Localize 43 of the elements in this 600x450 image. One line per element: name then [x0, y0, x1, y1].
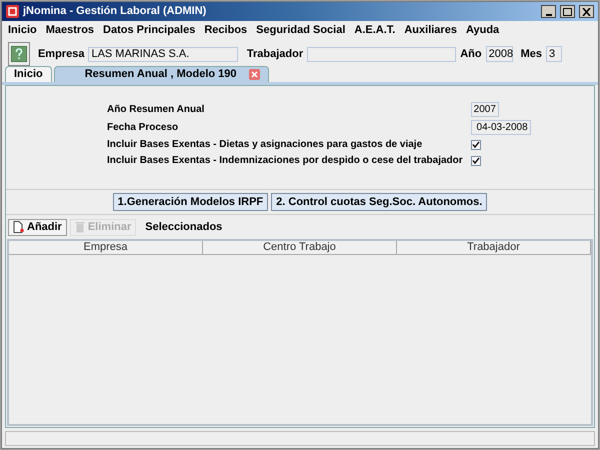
menu-item[interactable]: Ayuda	[466, 22, 500, 39]
trash-icon	[74, 221, 85, 233]
maximize-icon	[563, 8, 572, 16]
help-icon	[10, 46, 27, 62]
menu-item[interactable]: Inicio	[8, 22, 37, 39]
tab[interactable]: Resumen Anual , Modelo 190	[54, 66, 269, 82]
document-icon	[13, 221, 24, 233]
action-button[interactable]: 1.Generación Modelos IRPF	[112, 193, 268, 211]
add-button[interactable]: Añadir	[8, 218, 67, 236]
checkbox[interactable]	[470, 156, 481, 166]
field-label: Año	[460, 46, 482, 62]
menu-item[interactable]: Seguridad Social	[256, 22, 346, 39]
field-label: Trabajador	[246, 46, 304, 62]
option-label: Incluir Bases Exentas - Indemnizaciones por despido o cese del trabajador	[107, 154, 463, 167]
minimize-icon	[546, 14, 552, 16]
window-title: jNomina - Gestión Laboral (ADMIN)	[23, 4, 208, 20]
menu-item[interactable]: Datos Principales	[103, 22, 196, 39]
close-button[interactable]	[579, 5, 594, 18]
field-label: Año Resumen Anual	[107, 102, 206, 116]
action-button[interactable]: 2. Control cuotas Seg.Soc. Autonomos.	[271, 193, 488, 211]
month-field[interactable]: 3	[546, 46, 562, 62]
checkbox[interactable]	[470, 140, 481, 150]
app-icon	[6, 5, 19, 18]
section-label: Seleccionados	[145, 220, 222, 235]
close-icon	[582, 8, 591, 16]
summary-year-field[interactable]: 2007	[470, 102, 499, 117]
process-date-field[interactable]: 04-03-2008	[470, 120, 531, 135]
tab[interactable]: Inicio	[5, 66, 52, 82]
minimize-button[interactable]	[541, 5, 556, 18]
close-icon[interactable]	[248, 69, 260, 80]
field-label: Mes	[520, 46, 542, 62]
worker-field[interactable]	[307, 46, 456, 62]
menu-item[interactable]: Recibos	[204, 22, 248, 39]
year-field[interactable]: 2008	[486, 46, 513, 62]
field-label: Empresa	[38, 46, 84, 62]
field-label: Fecha Proceso	[107, 120, 180, 134]
maximize-button[interactable]	[560, 5, 575, 18]
menu-item[interactable]: A.E.A.T.	[354, 22, 396, 39]
menu-item[interactable]: Maestros	[46, 22, 94, 39]
option-label: Incluir Bases Exentas - Dietas y asignaciones para gastos de viaje	[107, 138, 424, 151]
help-button[interactable]	[8, 42, 30, 66]
menu-item[interactable]: Auxiliares	[404, 22, 457, 39]
company-field[interactable]: LAS MARINAS S.A.	[88, 46, 238, 62]
